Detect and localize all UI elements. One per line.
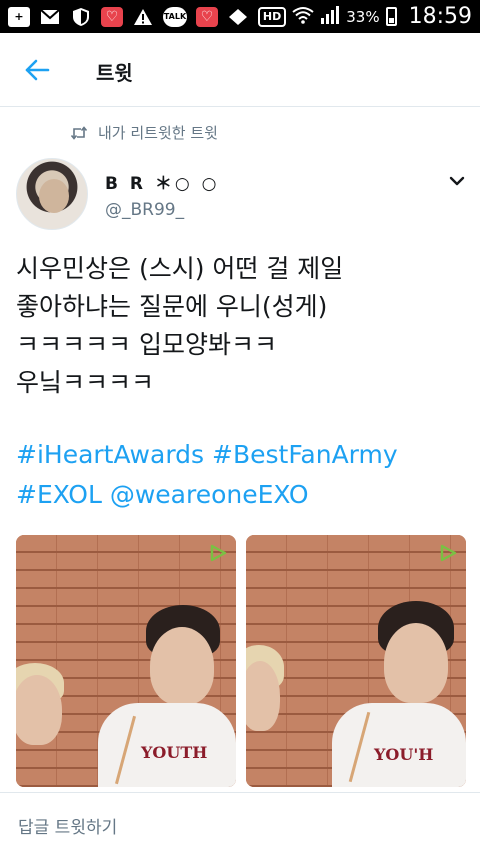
signal-icon (320, 5, 340, 28)
plus-icon: + (8, 6, 30, 27)
battery-percent: 33% (346, 7, 380, 26)
retweet-context: 내가 리트윗한 트윗 (70, 122, 218, 143)
shield-icon (70, 7, 92, 27)
media-thumbnail[interactable]: YOUTH (16, 535, 236, 787)
play-icon (210, 544, 227, 562)
app-header: 트윗 (0, 33, 480, 107)
username[interactable]: @_BR99_ (105, 200, 184, 220)
person-face (384, 623, 448, 703)
tweet-text-line: 시우민상은 (스시) 어떤 걸 제일 (16, 254, 344, 283)
mail-icon (39, 7, 61, 27)
hashtag-line[interactable]: #iHeartAwards #BestFanArmy (16, 435, 466, 475)
wifi-icon (292, 6, 314, 28)
hashtag-line[interactable]: #EXOL @weareoneEXO (16, 475, 466, 515)
tweet-text: 시우민상은 (스시) 어떤 걸 제일 좋아하냐는 질문에 우니(성게) ㅋㅋㅋㅋ… (16, 250, 466, 402)
person-face (16, 675, 62, 745)
avatar[interactable] (16, 158, 88, 230)
tweet-text-line: 우닠ㅋㅋㅋㅋ (16, 368, 155, 397)
heart-app-icon: ♡ (101, 6, 123, 27)
display-name[interactable]: B R ＊○ ○ (105, 169, 219, 194)
talk-icon: TALK (163, 6, 187, 27)
tweet-text-line: ㅋㅋㅋㅋㅋ 입모양봐ㅋㅋ (16, 330, 277, 359)
chevron-down-icon[interactable] (446, 170, 468, 192)
retweet-icon (70, 125, 88, 140)
clock: 18:59 (408, 4, 472, 29)
hd-icon: HD (257, 6, 287, 27)
person-face (150, 627, 214, 705)
diamond-icon (227, 7, 249, 27)
shirt-print: YOUTH (141, 743, 208, 762)
back-button[interactable] (20, 55, 54, 85)
tweet-text-line: 좋아하냐는 질문에 우니(성게) (16, 292, 328, 321)
reply-bar[interactable]: 답글 트윗하기 (0, 792, 480, 853)
battery-icon (385, 7, 397, 26)
heart-app-icon: ♡ (196, 6, 218, 27)
page-title: 트윗 (96, 61, 133, 85)
warning-icon (132, 7, 154, 27)
arrow-left-icon (25, 59, 50, 81)
status-bar: + ♡ TALK ♡ HD 33% 18:59 (0, 0, 480, 33)
shirt-print: YOU'H (374, 745, 434, 764)
tweet-hashtags: #iHeartAwards #BestFanArmy #EXOL @weareo… (16, 435, 466, 515)
play-icon (440, 544, 457, 562)
avatar-face (39, 179, 69, 213)
media-thumbnail[interactable]: YOU'H (246, 535, 466, 787)
reply-input[interactable]: 답글 트윗하기 (18, 813, 117, 838)
retweet-context-label: 내가 리트윗한 트윗 (98, 124, 218, 142)
